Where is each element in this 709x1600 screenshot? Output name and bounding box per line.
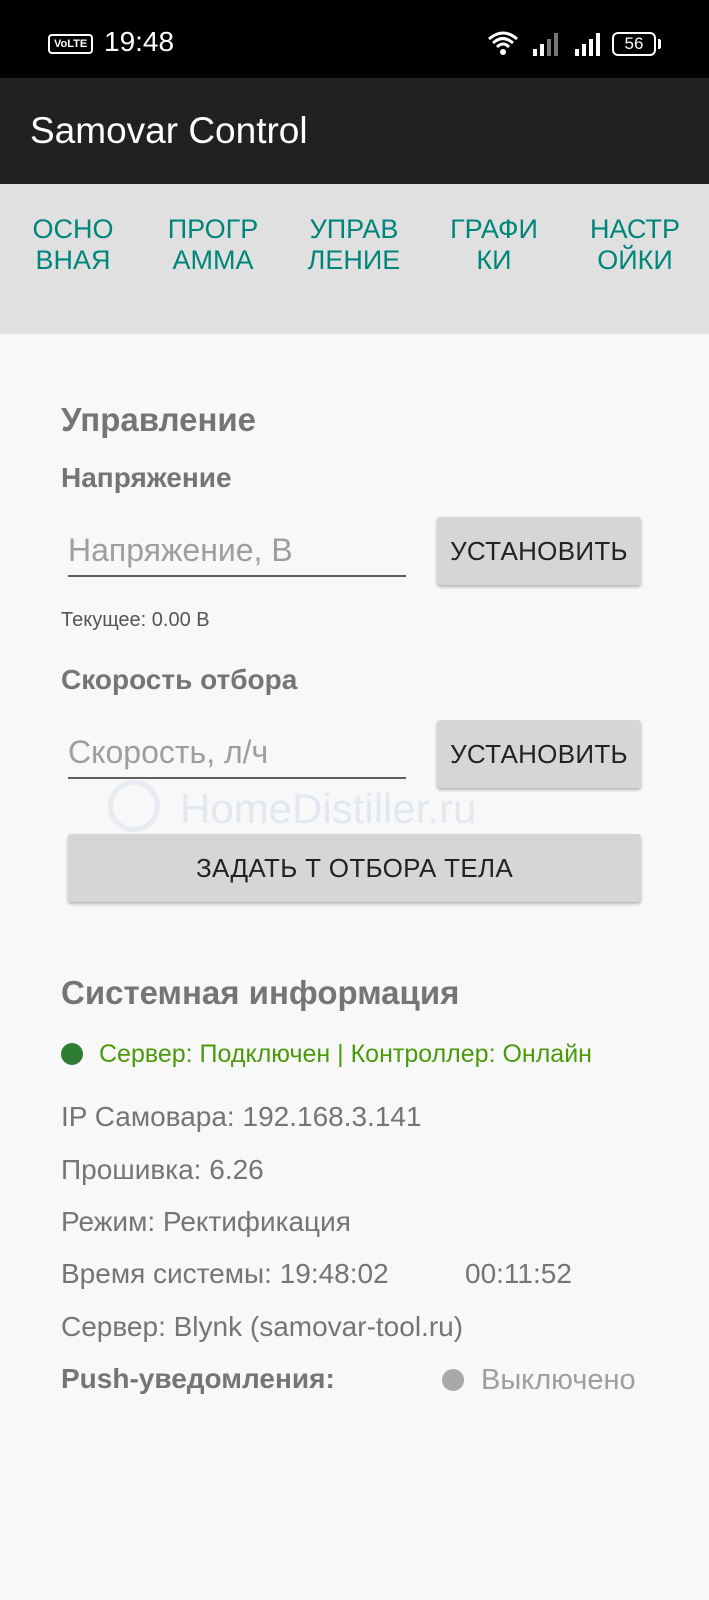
set-body-temp-button[interactable]: ЗАДАТЬ Т ОТБОРА ТЕЛА: [68, 834, 641, 902]
tab-control[interactable]: УПРАВЛЕНИЕ: [284, 214, 424, 276]
tab-main[interactable]: ОСНОВНАЯ: [3, 214, 143, 276]
wifi-icon: [488, 31, 518, 55]
server-info: Сервер: Blynk (samovar-tool.ru): [61, 1311, 464, 1342]
push-status-dot-icon: [442, 1369, 464, 1391]
push-notifications-label: Push-уведомления:: [61, 1363, 335, 1394]
set-voltage-button[interactable]: УСТАНОВИТЬ: [437, 517, 641, 585]
tab-charts[interactable]: ГРАФИКИ: [424, 214, 564, 276]
speed-input[interactable]: [68, 727, 406, 779]
mode: Режим: Ректификация: [61, 1206, 351, 1237]
uptime: 00:11:52: [465, 1258, 572, 1289]
status-dot-icon: [61, 1043, 83, 1065]
battery-icon: 56: [612, 32, 656, 56]
system-info-heading: Системная информация: [61, 974, 460, 1011]
tab-settings[interactable]: НАСТРОЙКИ: [565, 214, 705, 276]
watermark-text: HomeDistiller.ru: [180, 785, 477, 832]
push-status: Выключено: [481, 1364, 636, 1396]
tab-program[interactable]: ПРОГРАММА: [143, 214, 283, 276]
watermark-logo-icon: [108, 780, 160, 832]
system-time: Время системы: 19:48:02: [61, 1258, 389, 1289]
ip-address: IP Самовара: 192.168.3.141: [61, 1101, 422, 1132]
app-title: Samovar Control: [30, 110, 308, 151]
set-speed-button[interactable]: УСТАНОВИТЬ: [437, 720, 641, 788]
signal-sim2-icon: [575, 33, 600, 56]
app-bar: Samovar Control: [0, 78, 709, 184]
connection-status-text: Сервер: Подключен | Контроллер: Онлайн: [99, 1040, 592, 1068]
control-heading: Управление: [61, 401, 257, 438]
speed-heading: Скорость отбора: [61, 664, 298, 695]
firmware-version: Прошивка: 6.26: [61, 1154, 264, 1185]
signal-sim1-icon: [533, 33, 558, 56]
status-time: 19:48: [104, 26, 175, 57]
battery-tip: [658, 39, 661, 49]
voltage-input[interactable]: [68, 525, 406, 577]
voltage-heading: Напряжение: [61, 462, 232, 493]
volte-icon: VoLTE: [48, 34, 94, 54]
current-voltage: Текущее: 0.00 В: [61, 609, 210, 631]
status-bar: VoLTE 19:48 56: [0, 0, 709, 78]
tab-bar: ОСНОВНАЯ ПРОГРАММА УПРАВЛЕНИЕ ГРАФИКИ НА…: [0, 184, 709, 334]
